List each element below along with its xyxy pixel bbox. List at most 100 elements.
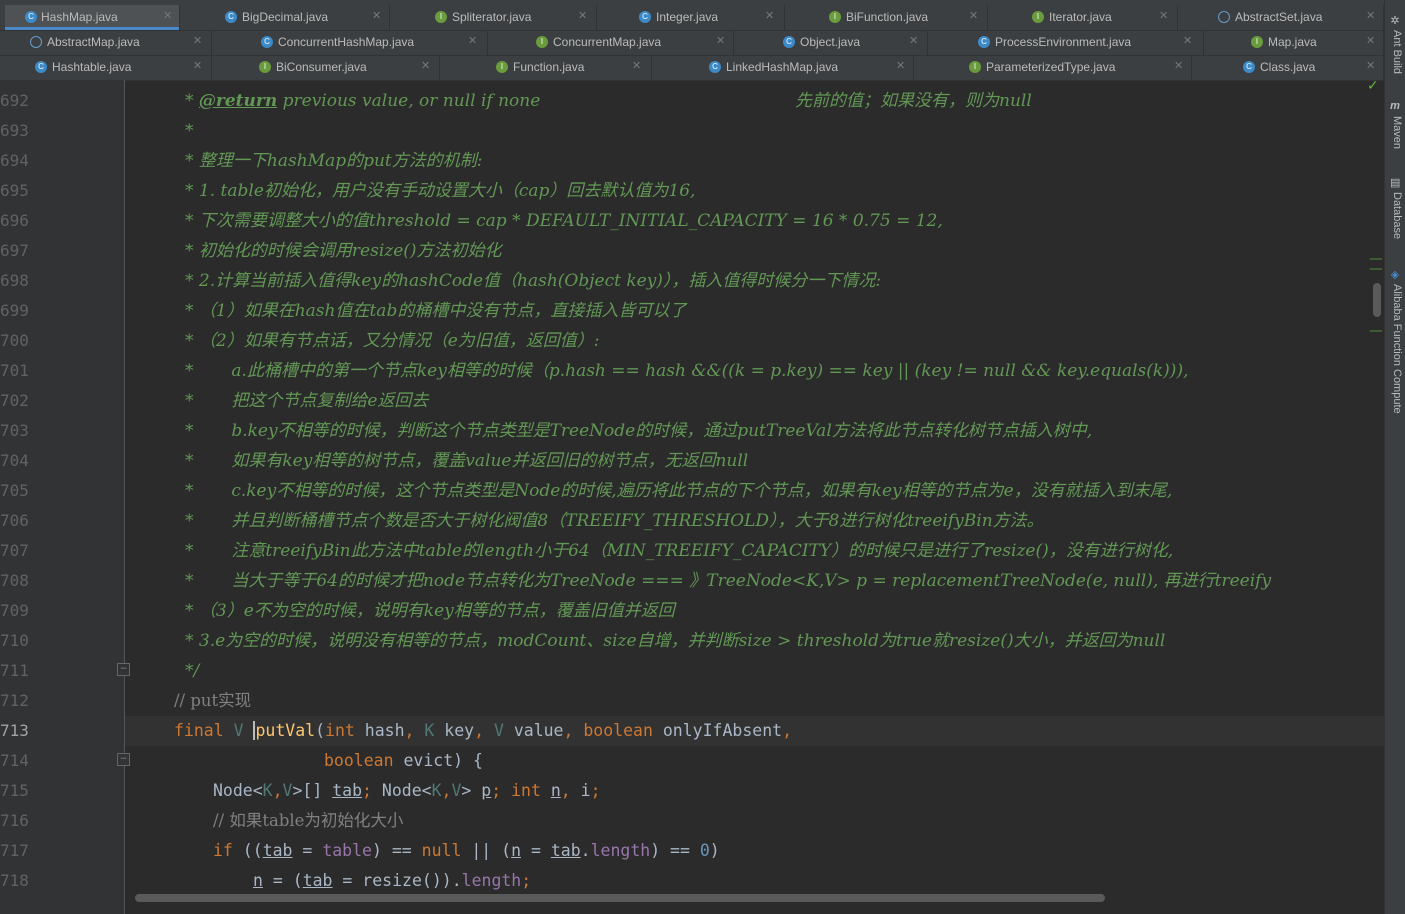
tab-parameterizedtype[interactable]: I ParameterizedType.java ✕ <box>914 55 1192 80</box>
close-icon[interactable]: ✕ <box>909 34 918 47</box>
class-icon: C <box>783 36 795 48</box>
tab-object[interactable]: C Object.java ✕ <box>734 30 928 55</box>
inspection-ok-icon[interactable]: ✓ <box>1367 78 1379 94</box>
line-number: 712 <box>0 691 29 710</box>
close-icon[interactable]: ✕ <box>896 59 905 72</box>
line-number: 709 <box>0 601 29 620</box>
close-icon[interactable]: ✕ <box>1159 9 1168 22</box>
doc-line-705: * c.key不相等的时候，这个节点类型是Node的时候,遍历将此节点的下个节点… <box>185 481 1173 501</box>
tab-hashmap[interactable]: C HashMap.java ✕ <box>5 5 180 30</box>
close-icon[interactable]: ✕ <box>193 59 202 72</box>
tool-maven[interactable]: m Maven <box>1385 100 1405 160</box>
ant-icon: ✲ <box>1390 15 1400 27</box>
close-icon[interactable]: ✕ <box>1366 59 1375 72</box>
close-icon[interactable]: ✕ <box>1183 34 1192 47</box>
doc-line-693: * <box>185 121 194 141</box>
doc-line-695: * 1. table初始化，用户没有手动设置大小（cap）回去默认值为16, <box>185 181 696 201</box>
interface-icon: I <box>259 61 271 73</box>
close-icon[interactable]: ✕ <box>163 9 172 22</box>
line-number: 695 <box>0 181 29 200</box>
line-number: 717 <box>0 841 29 860</box>
doc-line-701: * a.此桶槽中的第一个节点key相等的时候（p.hash == hash &&… <box>185 361 1189 381</box>
tab-abstractset[interactable]: AbstractSet.java ✕ <box>1178 5 1384 30</box>
line-number: 706 <box>0 511 29 530</box>
line-number: 714 <box>0 751 29 770</box>
close-icon[interactable]: ✕ <box>765 9 774 22</box>
tab-spliterator[interactable]: I Spliterator.java ✕ <box>390 5 597 30</box>
tab-row-2: AbstractMap.java ✕ C ConcurrentHashMap.j… <box>0 30 1384 56</box>
code-comment-716: // 如果table为初始化大小 <box>213 811 404 830</box>
interface-icon: I <box>536 36 548 48</box>
interface-icon: I <box>435 11 447 23</box>
line-number: 700 <box>0 331 29 350</box>
close-icon[interactable]: ✕ <box>578 9 587 22</box>
class-icon: C <box>1243 61 1255 73</box>
current-line-number: 713 <box>0 721 29 740</box>
close-icon[interactable]: ✕ <box>716 34 725 47</box>
tab-bigdecimal[interactable]: C BigDecimal.java ✕ <box>180 5 390 30</box>
line-number: 698 <box>0 271 29 290</box>
tab-concurrenthashmap[interactable]: C ConcurrentHashMap.java ✕ <box>212 30 488 55</box>
horizontal-scrollbar-thumb[interactable] <box>135 894 1105 902</box>
interface-icon: I <box>1032 11 1044 23</box>
close-icon[interactable]: ✕ <box>1366 34 1375 47</box>
tab-function[interactable]: I Function.java ✕ <box>440 55 652 80</box>
interface-icon: I <box>496 61 508 73</box>
doc-line-692-cn: 先前的值；如果没有，则为null <box>795 91 1032 111</box>
line-number: 699 <box>0 301 29 320</box>
interface-icon: I <box>969 61 981 73</box>
line-number: 702 <box>0 391 29 410</box>
class-icon: C <box>35 61 47 73</box>
line-number: 694 <box>0 151 29 170</box>
line-number: 701 <box>0 361 29 380</box>
tab-integer[interactable]: C Integer.java ✕ <box>597 5 785 30</box>
error-stripe-marker[interactable] <box>1370 258 1382 260</box>
tab-row-3: C Hashtable.java ✕ I BiConsumer.java ✕ I… <box>0 55 1384 81</box>
code-line-715: Node<K,V>[] tab; Node<K,V> p; int n, i; <box>213 781 601 800</box>
doc-line-694: * 整理一下hashMap的put方法的机制: <box>185 151 483 171</box>
tab-abstractmap[interactable]: AbstractMap.java ✕ <box>0 30 212 55</box>
close-icon[interactable]: ✕ <box>372 9 381 22</box>
error-stripe-marker[interactable] <box>1370 268 1382 270</box>
tool-ant-build[interactable]: ✲ Ant Build <box>1385 14 1405 94</box>
interface-icon: I <box>829 11 841 23</box>
tab-processenvironment[interactable]: C ProcessEnvironment.java ✕ <box>928 30 1204 55</box>
line-number-gutter: 692 693 694 695 696 697 698 699 700 701 … <box>0 80 130 914</box>
close-icon[interactable]: ✕ <box>1174 59 1183 72</box>
code-line-717: if ((tab = table) == null || (n = tab.le… <box>213 841 720 860</box>
line-number: 711 <box>0 661 29 680</box>
tab-linkedhashmap[interactable]: C LinkedHashMap.java ✕ <box>652 55 914 80</box>
tab-class[interactable]: C Class.java ✕ <box>1192 55 1384 80</box>
tool-alibaba-function-compute[interactable]: ◈ Alibaba Function Compute <box>1385 268 1405 438</box>
close-icon[interactable]: ✕ <box>969 9 978 22</box>
tab-map[interactable]: I Map.java ✕ <box>1204 30 1384 55</box>
doc-line-707: * 注意treeifyBin此方法中table的length小于64（MIN_T… <box>185 541 1174 561</box>
doc-line-692: * @return previous value, or null if non… <box>185 91 541 111</box>
tab-bifunction[interactable]: I BiFunction.java ✕ <box>785 5 988 30</box>
close-icon[interactable]: ✕ <box>468 34 477 47</box>
line-number: 707 <box>0 541 29 560</box>
doc-line-697: * 初始化的时候会调用resize()方法初始化 <box>185 241 502 261</box>
tab-concurrentmap[interactable]: I ConcurrentMap.java ✕ <box>488 30 734 55</box>
close-icon[interactable]: ✕ <box>193 34 202 47</box>
line-number: 705 <box>0 481 29 500</box>
line-number: 704 <box>0 451 29 470</box>
tab-biconsumer[interactable]: I BiConsumer.java ✕ <box>212 55 440 80</box>
tab-hashtable[interactable]: C Hashtable.java ✕ <box>0 55 212 80</box>
error-stripe-marker[interactable] <box>1370 330 1382 332</box>
doc-line-704: * 如果有key相等的树节点，覆盖value并返回旧的树节点，无返回null <box>185 451 749 471</box>
close-icon[interactable]: ✕ <box>421 59 430 72</box>
code-editor[interactable]: * @return previous value, or null if non… <box>125 80 1384 914</box>
tool-database[interactable]: ▤ Database <box>1385 176 1405 246</box>
doc-line-709: * （3）e不为空的时候，说明有key相等的节点，覆盖旧值并返回 <box>185 601 675 621</box>
close-icon[interactable]: ✕ <box>632 59 641 72</box>
tab-iterator[interactable]: I Iterator.java ✕ <box>988 5 1178 30</box>
class-icon: C <box>25 11 37 23</box>
doc-line-702: * 把这个节点复制给e返回去 <box>185 391 429 411</box>
right-tool-strip: ✲ Ant Build m Maven ▤ Database ◈ Alibaba… <box>1384 0 1405 914</box>
line-number: 715 <box>0 781 29 800</box>
abstract-class-icon <box>30 36 42 48</box>
close-icon[interactable]: ✕ <box>1366 9 1375 22</box>
doc-line-699: * （1）如果在hash值在tab的桶槽中没有节点，直接插入皆可以了 <box>185 301 687 321</box>
vertical-scrollbar-thumb[interactable] <box>1373 283 1381 317</box>
